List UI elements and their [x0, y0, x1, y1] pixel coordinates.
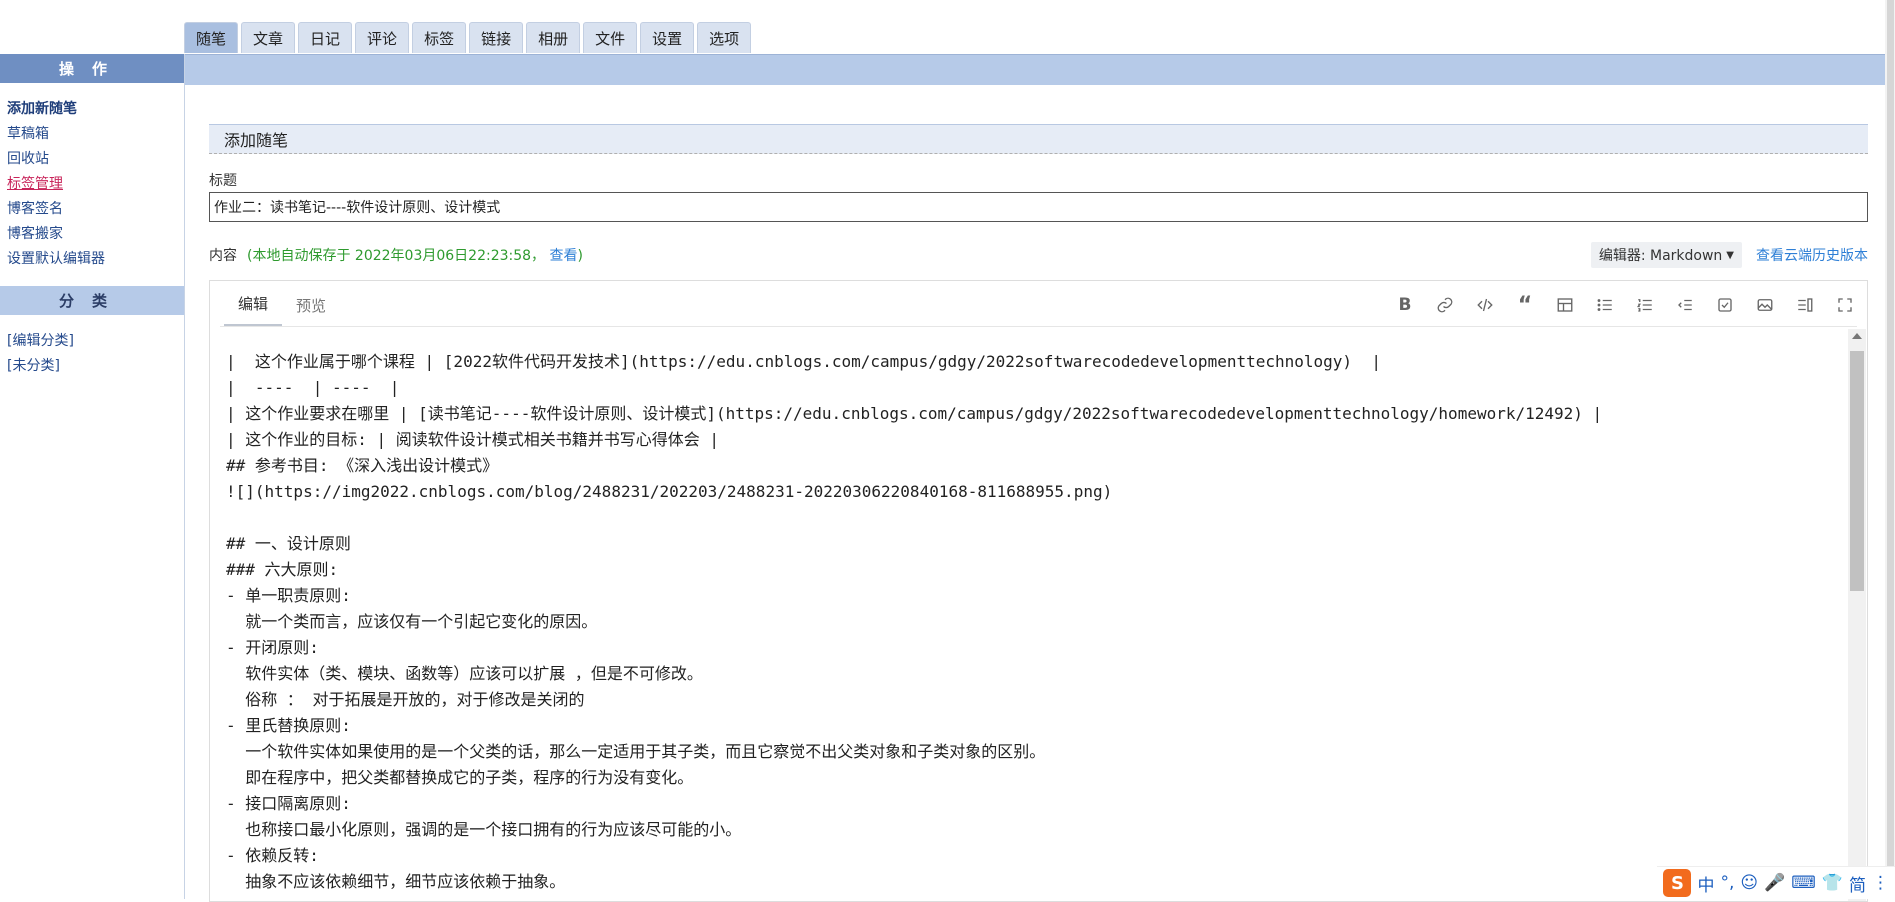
sidebar-ops-list: 添加新随笔 草稿箱 回收站 标签管理 博客签名 博客搬家 设置默认编辑器	[0, 83, 184, 286]
editor-line: | 这个作业的目标: | 阅读软件设计模式相关书籍并书写心得体会 |	[226, 430, 720, 449]
editor-line: 抽象不应该依赖细节，细节应该依赖于抽象。	[226, 872, 566, 891]
sidebar-item-blog-migration[interactable]: 博客搬家	[7, 222, 184, 247]
content-label: 内容	[209, 248, 237, 264]
chevron-down-icon: ▼	[1726, 249, 1734, 261]
ime-simplified-icon[interactable]: 简	[1849, 871, 1866, 896]
sidebar-item-add-new-post[interactable]: 添加新随笔	[7, 97, 184, 122]
editor-line: ## 一、设计原则	[226, 534, 351, 553]
ime-punctuation-icon[interactable]: °,	[1720, 873, 1734, 893]
cloud-history-link[interactable]: 查看云端历史版本	[1756, 245, 1868, 265]
tab-xuanxiang[interactable]: 选项	[697, 22, 752, 53]
sidebar-category-title: 分类	[0, 286, 184, 315]
editor-line: - 接口隔离原则:	[226, 794, 351, 813]
bold-icon[interactable]: B	[1393, 293, 1417, 317]
tab-shezhi[interactable]: 设置	[640, 22, 695, 53]
autosave-close: )	[577, 248, 583, 264]
editor-type-select[interactable]: 编辑器: Markdown ▼	[1590, 242, 1742, 268]
numbered-list-icon[interactable]	[1633, 293, 1657, 317]
ime-voice-icon[interactable]: 🎤	[1764, 873, 1785, 893]
sidebar-item-default-editor-setting[interactable]: 设置默认编辑器	[7, 247, 184, 272]
content-row: 内容 (本地自动保存于 2022年03月06日22:23:58， 查看) 编辑器…	[209, 242, 1868, 268]
editor-line: 即在程序中，把父类都替换成它的子类，程序的行为没有变化。	[226, 768, 694, 787]
editor-scrollbar[interactable]	[1848, 329, 1866, 901]
ime-keyboard-icon[interactable]: ⌨	[1791, 873, 1816, 893]
sidebar-category-list: [编辑分类] [未分类]	[0, 315, 184, 393]
section-title: 添加随笔	[209, 124, 1868, 154]
editor-type-label: 编辑器: Markdown	[1598, 248, 1723, 264]
sidebar-item-uncategorized[interactable]: [未分类]	[7, 354, 184, 379]
editor-line: - 里氏替换原则:	[226, 716, 351, 735]
autosave-view-link[interactable]: 查看	[550, 248, 578, 264]
tab-lianjie[interactable]: 链接	[469, 22, 524, 53]
code-icon[interactable]	[1473, 293, 1497, 317]
editor-tab-bar: 编辑 预览 B “	[210, 281, 1867, 326]
editor-toolbar: B “	[1393, 293, 1857, 318]
title-label: 标题	[209, 173, 237, 189]
title-input[interactable]	[209, 192, 1868, 222]
editor-line: | ---- | ---- |	[226, 378, 400, 397]
editor-line: ## 参考书目: 《深入浅出设计模式》	[226, 456, 499, 475]
top-band	[184, 54, 1895, 85]
bullet-list-icon[interactable]	[1593, 293, 1617, 317]
editor-divider	[220, 326, 1857, 327]
ime-logo-icon[interactable]: S	[1663, 869, 1692, 897]
tab-edit[interactable]: 编辑	[224, 293, 283, 326]
sidebar-item-tag-management[interactable]: 标签管理	[7, 172, 184, 197]
sidebar-item-edit-category[interactable]: [编辑分类]	[7, 329, 184, 354]
tab-xiangce[interactable]: 相册	[526, 22, 581, 53]
link-icon[interactable]	[1433, 293, 1457, 317]
ime-skin-icon[interactable]: 👕	[1822, 873, 1843, 893]
main-content: 添加随笔 标题 内容 (本地自动保存于 2022年03月06日22:23:58，…	[209, 124, 1868, 902]
autosave-status: (本地自动保存于 2022年03月06日22:23:58， 查看)	[247, 245, 583, 265]
editor-line: - 开闭原则:	[226, 638, 319, 657]
editor-line: 也称接口最小化原则，强调的是一个接口拥有的行为应该尽可能的小。	[226, 820, 742, 839]
editor-line: | 这个作业要求在哪里 | [读书笔记----软件设计原则、设计模式](http…	[226, 404, 1603, 423]
sidebar-ops-title: 操作	[0, 54, 184, 83]
editor-line: 就一个类而言，应该仅有一个引起它变化的原因。	[226, 612, 598, 631]
markdown-textarea[interactable]: | 这个作业属于哪个课程 | [2022软件代码开发技术](https://ed…	[226, 349, 1837, 901]
indent-icon[interactable]	[1673, 293, 1697, 317]
top-tab-bar: 随笔 文章 日记 评论 标签 链接 相册 文件 设置 选项	[184, 22, 752, 54]
sidebar-item-recycle-bin[interactable]: 回收站	[7, 147, 184, 172]
sidebar-item-drafts[interactable]: 草稿箱	[7, 122, 184, 147]
ime-chinese-mode[interactable]: 中	[1697, 871, 1714, 896]
autosave-text: (本地自动保存于 2022年03月06日22:23:58，	[247, 248, 546, 264]
tab-preview[interactable]: 预览	[282, 295, 340, 326]
tab-biaoqian[interactable]: 标签	[412, 22, 467, 53]
ime-emoji-icon[interactable]: ☺	[1740, 873, 1758, 893]
tab-wenjian[interactable]: 文件	[583, 22, 638, 53]
page-scrollbar[interactable]	[1885, 0, 1895, 899]
table-icon[interactable]	[1553, 293, 1577, 317]
task-list-icon[interactable]	[1713, 293, 1737, 317]
side-by-side-icon[interactable]	[1793, 293, 1817, 317]
scroll-up-arrow-icon[interactable]	[1852, 333, 1862, 339]
editor-line: | 这个作业属于哪个课程 | [2022软件代码开发技术](https://ed…	[226, 352, 1381, 371]
fullscreen-icon[interactable]	[1833, 293, 1857, 317]
tab-pinglun[interactable]: 评论	[355, 22, 410, 53]
editor-line: 一个软件实体如果使用的是一个父类的话，那么一定适用于其子类，而且它察觉不出父类对…	[226, 742, 1046, 761]
sidebar: 操作 添加新随笔 草稿箱 回收站 标签管理 博客签名 博客搬家 设置默认编辑器 分类 [编辑…	[0, 54, 185, 899]
tab-riji[interactable]: 日记	[298, 22, 353, 53]
page-scroll-thumb[interactable]	[1887, 0, 1894, 899]
ime-menu-icon[interactable]: ⋮	[1872, 873, 1889, 893]
tab-wenzhang[interactable]: 文章	[241, 22, 296, 53]
ime-toolbar: S 中 °, ☺ 🎤 ⌨ 👕 简 ⋮	[1657, 866, 1895, 899]
tab-suibi[interactable]: 随笔	[184, 22, 239, 53]
markdown-editor: 编辑 预览 B “ | 这个作业属于哪个课程 | [2022软件代码开发技术](…	[209, 280, 1868, 902]
editor-line: 俗称 ： 对于拓展是开放的，对于修改是关闭的	[226, 690, 585, 709]
sidebar-item-blog-signature[interactable]: 博客签名	[7, 197, 184, 222]
editor-line: 软件实体（类、模块、函数等）应该可以扩展 ，但是不可修改。	[226, 664, 703, 683]
editor-scroll-thumb[interactable]	[1850, 351, 1864, 591]
image-icon[interactable]	[1753, 293, 1777, 317]
editor-line: ### 六大原则:	[226, 560, 339, 579]
editor-line: - 单一职责原则:	[226, 586, 351, 605]
quote-icon[interactable]: “	[1513, 293, 1537, 318]
editor-line: - 依赖反转:	[226, 846, 319, 865]
editor-line: ![](https://img2022.cnblogs.com/blog/248…	[226, 482, 1113, 501]
